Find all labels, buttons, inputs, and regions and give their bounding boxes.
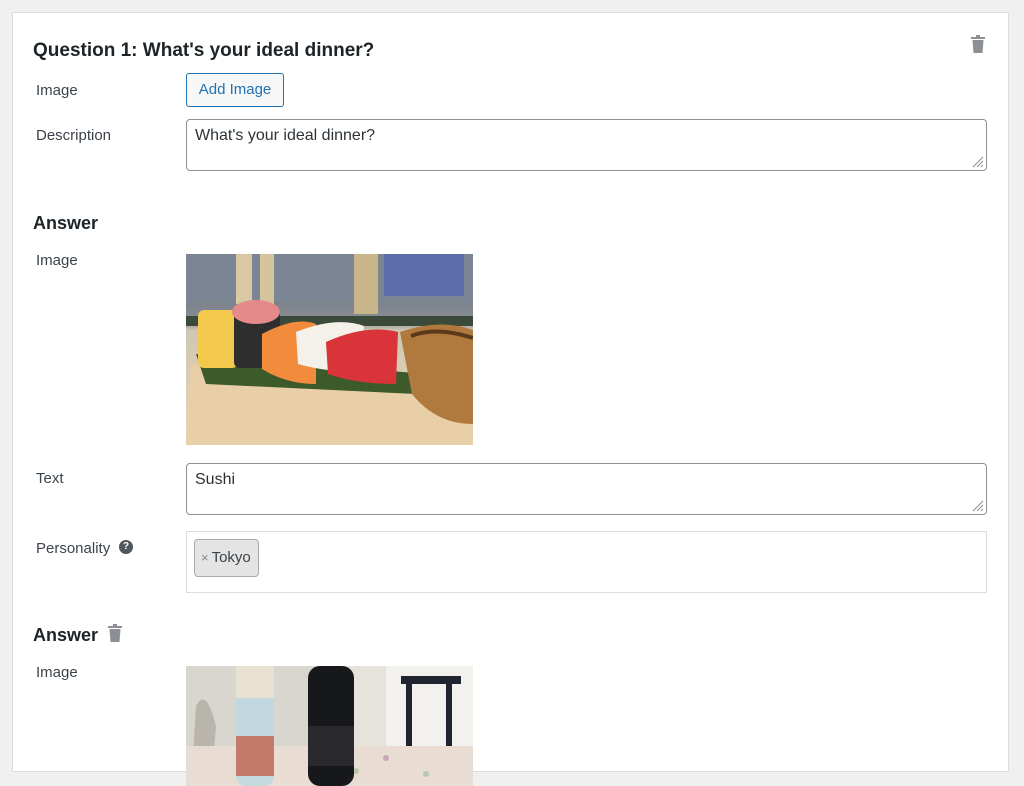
description-label: Description — [36, 127, 112, 144]
answer-heading: Answer — [33, 625, 99, 645]
description-field[interactable]: What's your ideal dinner? — [186, 119, 987, 171]
personality-select[interactable]: × Tokyo — [186, 531, 987, 593]
answer-image-label: Image — [36, 664, 78, 681]
personality-tag: × Tokyo — [194, 539, 259, 577]
description-value: What's your ideal dinner? — [195, 127, 376, 144]
remove-tag-icon[interactable]: × — [201, 550, 209, 565]
answer-image-label: Image — [36, 252, 78, 269]
answer-heading: Answer — [33, 213, 99, 233]
answer-text-label: Text — [36, 470, 64, 487]
answer-text-value: Sushi — [195, 471, 236, 488]
personality-label: Personality — [36, 540, 111, 557]
answer-text-field[interactable]: Sushi — [186, 463, 987, 515]
question-panel: Question 1: What's your ideal dinner? Im… — [12, 12, 1009, 786]
trash-icon[interactable] — [108, 624, 122, 642]
resize-grip-icon[interactable] — [972, 156, 984, 168]
question-circle-icon[interactable]: ? — [119, 540, 133, 554]
trash-icon[interactable] — [971, 35, 985, 53]
resize-grip-icon[interactable] — [972, 500, 984, 512]
question-title: Question 1: What's your ideal dinner? — [33, 40, 375, 61]
sushi-image[interactable] — [186, 254, 473, 445]
personality-tag-label: Tokyo — [211, 549, 251, 566]
add-image-button[interactable]: Add Image — [186, 73, 284, 107]
bottles-image[interactable] — [186, 666, 473, 786]
question-image-label: Image — [36, 82, 78, 99]
